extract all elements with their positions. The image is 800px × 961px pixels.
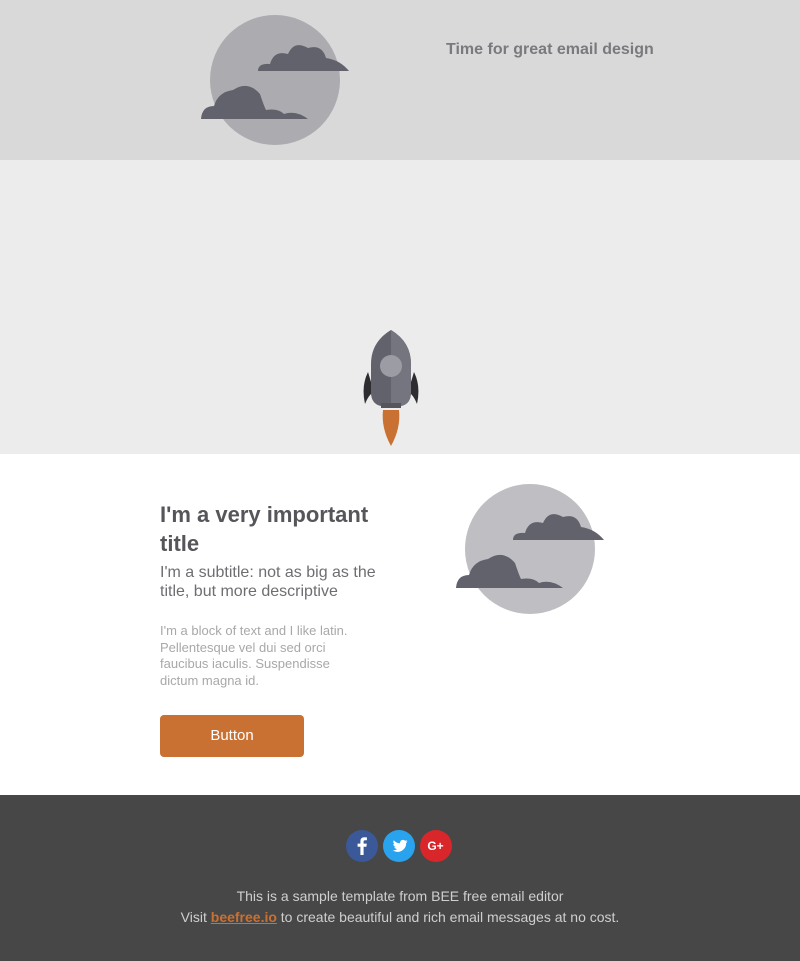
moon-with-clouds-icon (456, 484, 604, 614)
content-section: I'm a very important title I'm a subtitl… (0, 454, 800, 795)
body-text: I'm a block of text and I like latin. Pe… (160, 623, 348, 688)
beefree-link[interactable]: beefree.io (211, 909, 277, 925)
cta-button[interactable]: Button (160, 715, 304, 757)
header-banner: Time for great email design (0, 0, 800, 160)
twitter-glyph (392, 839, 408, 852)
footer-line-2-suffix: to create beautiful and rich email messa… (280, 909, 620, 925)
google-plus-glyph: G+ (427, 839, 443, 853)
moon-with-clouds-icon (201, 15, 349, 145)
twitter-icon[interactable] (383, 830, 415, 862)
subtitle: I'm a subtitle: not as big as the title,… (160, 564, 376, 600)
hero-section (0, 160, 800, 603)
page-title: I'm a very important title (160, 502, 369, 556)
facebook-icon[interactable] (346, 830, 378, 862)
google-plus-icon[interactable]: G+ (420, 830, 452, 862)
footer-text: This is a sample template from BEE free … (0, 886, 800, 928)
google-plus-glyph-text: G+ (427, 839, 443, 853)
footer-line-1: This is a sample template from BEE free … (236, 888, 564, 904)
social-icons-row: G+ (346, 830, 452, 862)
footer: G+ This is a sample template from BEE fr… (0, 795, 800, 961)
facebook-glyph (357, 837, 367, 855)
rocket-icon (363, 330, 419, 446)
header-tagline: Time for great email design (446, 41, 654, 58)
text-column: I'm a very important title I'm a subtitl… (160, 500, 390, 757)
footer-line-2: Visit beefree.io to create beautiful and… (0, 907, 800, 928)
footer-visit-label: Visit (180, 909, 207, 925)
